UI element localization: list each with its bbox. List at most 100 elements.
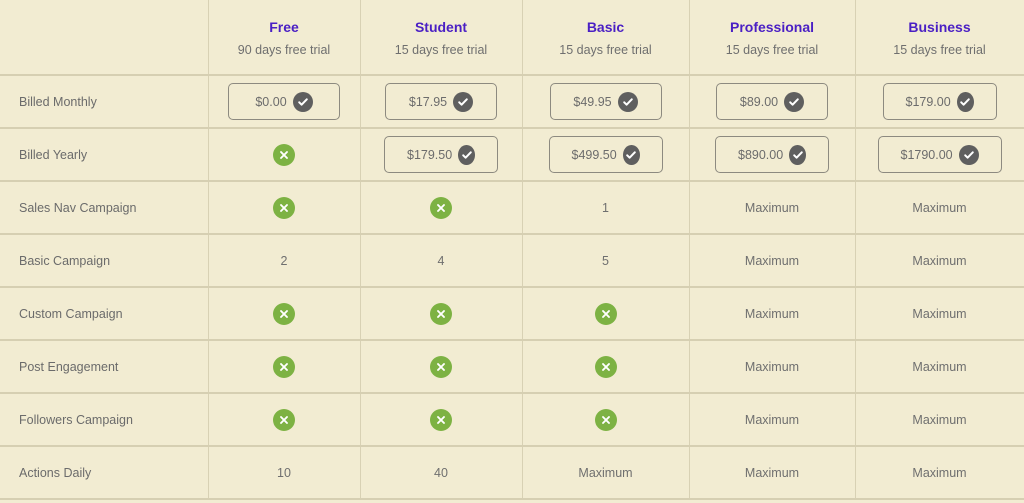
feature-label: Billed Monthly (0, 75, 209, 129)
feature-label: Followers Campaign (0, 393, 209, 447)
plan-cell-value: 40 (360, 446, 523, 500)
feature-label: Custom Campaign (0, 287, 209, 341)
plan-cell (522, 340, 690, 394)
plan-name: Student (414, 19, 468, 35)
price-option-button[interactable]: $179.00 (882, 83, 997, 120)
plan-name: Professional (729, 19, 815, 35)
plan-cell-value: Maximum (689, 340, 856, 394)
feature-row: Billed Monthly $0.00 $17.95 $49.95 $89.00 $17… (0, 75, 1024, 129)
feature-label: Basic Campaign (0, 234, 209, 288)
plan-cell-value: 1 (522, 181, 690, 235)
plan-header-business: Business 15 days free trial (855, 0, 1024, 76)
plan-cell (360, 340, 523, 394)
plan-name: Business (908, 19, 971, 35)
x-circle-icon (430, 302, 452, 325)
feature-row: Sales Nav Campaign 1 Maximum Maximum (0, 181, 1024, 235)
x-circle-icon (594, 302, 617, 325)
plan-cell-value: 4 (360, 234, 523, 288)
plan-cell (208, 287, 361, 341)
price-value: $499.50 (571, 147, 617, 162)
feature-row: Custom Campaign Maximum Maximum (0, 287, 1024, 341)
plan-cell-value: Maximum (689, 181, 856, 235)
price-value: $179.50 (407, 147, 453, 162)
price-value: $1790.00 (900, 147, 953, 162)
price-option-button[interactable]: $499.50 (548, 136, 663, 173)
plan-cell (208, 181, 361, 235)
plan-trial: 15 days free trial (394, 43, 488, 57)
plan-cell-value: 5 (522, 234, 690, 288)
x-circle-icon (430, 408, 452, 431)
plan-header-student: Student 15 days free trial (360, 0, 523, 76)
plan-cell-value: 10 (208, 446, 361, 500)
plan-trial: 15 days free trial (725, 43, 819, 57)
plan-cell-value: Maximum (855, 340, 1024, 394)
plan-cell (208, 128, 361, 182)
price-option-button[interactable]: $179.50 (384, 136, 498, 173)
plan-cell-value: 2 (208, 234, 361, 288)
check-circle-icon (956, 91, 974, 112)
feature-rows: Billed Monthly $0.00 $17.95 $49.95 $89.00 $17… (0, 75, 1024, 500)
price-option-button[interactable]: $49.95 (549, 83, 662, 120)
feature-row: Basic Campaign 2 4 5 Maximum Maximum (0, 234, 1024, 288)
plan-cell: $1790.00 (855, 128, 1024, 182)
x-circle-icon (273, 196, 295, 219)
plan-cell-value: Maximum (855, 181, 1024, 235)
plan-cell-value: Maximum (689, 234, 856, 288)
plan-cell-value: Maximum (855, 446, 1024, 500)
x-circle-icon (594, 355, 617, 378)
plan-cell-value: Maximum (689, 287, 856, 341)
price-value: $0.00 (255, 94, 287, 109)
plan-cell: $890.00 (689, 128, 856, 182)
plan-cell: $499.50 (522, 128, 690, 182)
plan-cell (208, 393, 361, 447)
price-value: $49.95 (573, 94, 612, 109)
plan-cell: $0.00 (208, 75, 361, 129)
x-circle-icon (594, 408, 617, 431)
plan-name: Free (269, 19, 299, 35)
plan-cell (208, 340, 361, 394)
plan-trial: 15 days free trial (893, 43, 986, 57)
plan-header-free: Free 90 days free trial (208, 0, 361, 76)
plan-header-row: Free 90 days free trial Student 15 days f… (0, 0, 1024, 76)
check-circle-icon (958, 144, 979, 165)
plan-cell: $179.00 (855, 75, 1024, 129)
plan-header-professional: Professional 15 days free trial (689, 0, 856, 76)
check-circle-icon (292, 91, 313, 112)
feature-row: Actions Daily 10 40 Maximum Maximum Maximum (0, 446, 1024, 500)
price-value: $179.00 (905, 94, 951, 109)
plan-trial: 15 days free trial (559, 43, 652, 57)
price-value: $890.00 (738, 147, 784, 162)
feature-label: Actions Daily (0, 446, 209, 500)
feature-label: Post Engagement (0, 340, 209, 394)
check-circle-icon (453, 91, 474, 112)
plan-cell (522, 393, 690, 447)
price-option-button[interactable]: $1790.00 (877, 136, 1002, 173)
plan-cell-value: Maximum (522, 446, 690, 500)
price-option-button[interactable]: $89.00 (716, 83, 828, 120)
plan-trial: 90 days free trial (237, 43, 331, 57)
x-circle-icon (273, 355, 295, 378)
feature-label: Sales Nav Campaign (0, 181, 209, 235)
plan-name: Basic (586, 19, 625, 35)
plan-cell-value: Maximum (689, 446, 856, 500)
price-option-button[interactable]: $17.95 (385, 83, 497, 120)
x-circle-icon (430, 355, 452, 378)
price-value: $89.00 (739, 94, 779, 109)
price-value: $17.95 (408, 94, 448, 109)
check-circle-icon (789, 144, 806, 165)
plan-cell-value: Maximum (855, 234, 1024, 288)
plan-cell (522, 287, 690, 341)
header-corner (0, 0, 209, 76)
plan-cell: $49.95 (522, 75, 690, 129)
check-circle-icon (784, 91, 805, 112)
price-option-button[interactable]: $890.00 (715, 136, 829, 173)
price-option-button[interactable]: $0.00 (228, 83, 340, 120)
check-circle-icon (617, 91, 638, 112)
plan-header-basic: Basic 15 days free trial (522, 0, 690, 76)
plan-cell-value: Maximum (855, 287, 1024, 341)
x-circle-icon (273, 408, 295, 431)
pricing-comparison-table: Free 90 days free trial Student 15 days f… (0, 0, 1024, 500)
plan-cell-value: Maximum (689, 393, 856, 447)
plan-cell: $89.00 (689, 75, 856, 129)
plan-cell (360, 393, 523, 447)
